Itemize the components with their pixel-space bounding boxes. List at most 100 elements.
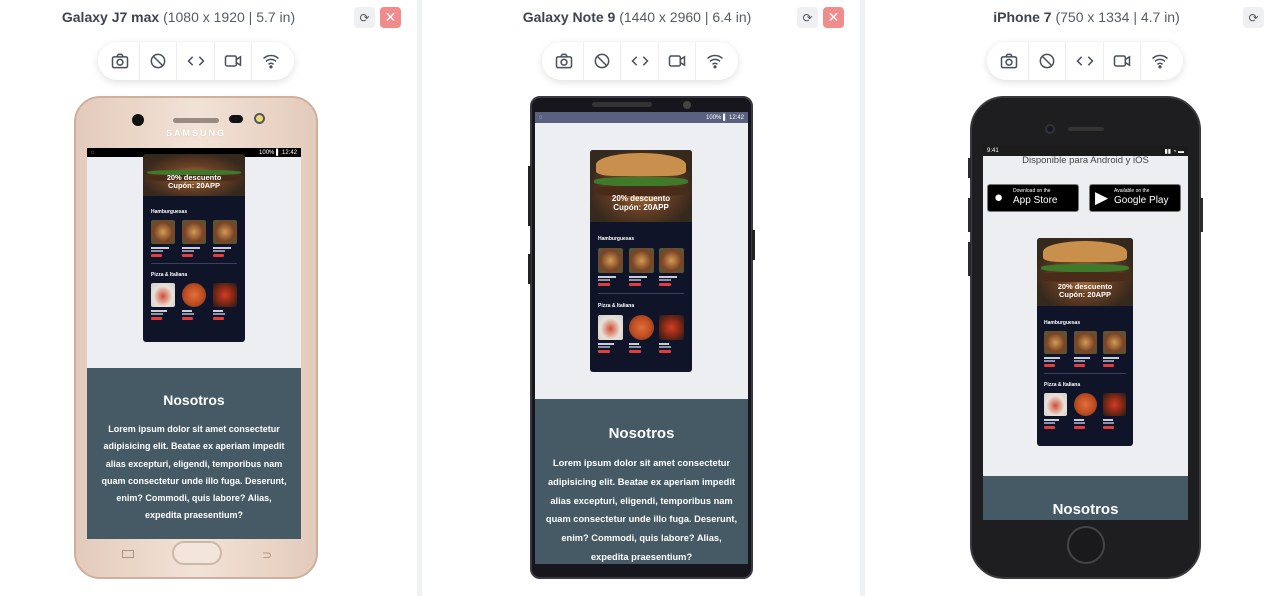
item-thumbnail (1044, 393, 1067, 416)
about-section: Nosotros Lorem ipsum dolor sit amet cons… (535, 399, 748, 564)
device-title: Galaxy J7 max (1080 x 1920 | 5.7 in) (0, 9, 387, 25)
item-thumbnail (1044, 331, 1067, 354)
app-preview-card: 20% descuento Cupón: 20APP Hamburguesas … (143, 154, 245, 342)
item-name-placeholder (628, 343, 639, 345)
google-play-badge[interactable]: ▶ Available on the Google Play (1089, 184, 1181, 212)
order-button[interactable] (1103, 426, 1114, 429)
close-device-button[interactable]: ✕ (823, 7, 844, 28)
side-button-left-2 (968, 198, 971, 232)
section-title-burgers: Hamburguesas (151, 209, 188, 215)
menu-item[interactable] (659, 248, 684, 286)
section-title-burgers: Hamburguesas (598, 236, 635, 242)
apple-icon: ● (994, 189, 1004, 206)
network-throttle-button[interactable] (1141, 42, 1179, 80)
item-name-placeholder (182, 247, 200, 249)
rotate-device-button[interactable]: ⟳ (1243, 7, 1264, 28)
menu-item[interactable] (213, 220, 237, 257)
promo-banner: 20% descuento Cupón: 20APP (143, 154, 245, 196)
toggle-rotation-button[interactable] (140, 42, 178, 80)
order-button[interactable] (628, 350, 641, 353)
order-button[interactable] (182, 254, 193, 257)
item-price-placeholder (213, 250, 225, 252)
order-button[interactable] (1073, 426, 1085, 429)
order-button[interactable] (1073, 364, 1085, 367)
order-button[interactable] (598, 350, 610, 353)
home-button[interactable] (172, 541, 222, 565)
status-bar: ◌ 100% ▌ 12:42 (535, 112, 748, 123)
network-throttle-button[interactable] (696, 42, 734, 80)
menu-item[interactable] (628, 315, 654, 353)
item-name-placeholder (213, 310, 223, 312)
record-video-button[interactable] (659, 42, 697, 80)
order-button[interactable] (659, 350, 671, 353)
home-button[interactable] (1067, 526, 1105, 564)
proximity-sensor (229, 115, 243, 123)
wifi-icon (1152, 54, 1169, 69)
side-button-right (752, 230, 755, 260)
order-button[interactable] (213, 254, 224, 257)
menu-item[interactable] (1073, 393, 1097, 429)
burger-items (598, 248, 684, 286)
screenshot-button[interactable] (991, 42, 1029, 80)
camera-icon (556, 53, 573, 69)
menu-item[interactable] (1044, 331, 1067, 367)
item-price-placeholder (1044, 422, 1055, 424)
order-button[interactable] (659, 283, 671, 286)
app-store-badge[interactable]: ● Download on the App Store (987, 184, 1079, 212)
item-price-placeholder (628, 346, 641, 348)
device-screen: 9:41 ▮▮ ◔ ▬ Disponible para Android y iO… (983, 146, 1188, 520)
menu-item[interactable] (1103, 331, 1126, 367)
order-button[interactable] (1044, 364, 1055, 367)
order-button[interactable] (151, 254, 162, 257)
item-name-placeholder (1073, 357, 1090, 359)
item-thumbnail (598, 315, 623, 340)
order-button[interactable] (151, 317, 162, 320)
menu-item[interactable] (1073, 331, 1097, 367)
order-button[interactable] (1103, 364, 1114, 367)
gplay-small-text: Available on the (1114, 188, 1150, 194)
back-key-icon[interactable]: ⊃ (262, 548, 272, 562)
menu-item[interactable] (1044, 393, 1067, 429)
menu-item[interactable] (598, 248, 623, 286)
device-panel-iphone7: iPhone 7 (750 x 1334 | 4.7 in) ⟳ 9:41 ▮▮… (865, 0, 1278, 596)
rotate-device-button[interactable]: ⟳ (354, 7, 375, 28)
menu-item[interactable] (182, 220, 206, 257)
app-preview-card: 20% descuento Cupón: 20APP Hamburguesas … (1037, 238, 1133, 446)
device-panel-galaxy-note9: Galaxy Note 9 (1440 x 2960 | 6.4 in) ⟳ ✕… (422, 0, 860, 596)
menu-item[interactable] (628, 248, 654, 286)
order-button[interactable] (598, 283, 610, 286)
item-name-placeholder (1103, 419, 1113, 421)
order-button[interactable] (213, 317, 224, 320)
rotate-icon (150, 53, 166, 69)
order-button[interactable] (182, 317, 193, 320)
screenshot-button[interactable] (102, 42, 140, 80)
menu-item[interactable] (1103, 393, 1126, 429)
item-name-placeholder (628, 276, 647, 278)
close-device-button[interactable]: ✕ (380, 7, 401, 28)
toggle-rotation-button[interactable] (1029, 42, 1067, 80)
inspect-code-button[interactable] (177, 42, 215, 80)
menu-item[interactable] (598, 315, 623, 353)
inspect-code-button[interactable] (1066, 42, 1104, 80)
promo-banner: 20% descuento Cupón: 20APP (1037, 238, 1133, 306)
device-name: Galaxy J7 max (61, 9, 160, 25)
record-video-button[interactable] (1104, 42, 1142, 80)
menu-item[interactable] (151, 220, 175, 257)
section-title-pizza: Pizza & Italiana (598, 303, 635, 309)
menu-item[interactable] (659, 315, 684, 353)
screenshot-button[interactable] (546, 42, 584, 80)
item-name-placeholder (151, 310, 167, 312)
recents-key-icon[interactable] (122, 550, 134, 558)
item-thumbnail (628, 248, 654, 273)
menu-item[interactable] (213, 283, 237, 320)
inspect-code-button[interactable] (621, 42, 659, 80)
network-throttle-button[interactable] (252, 42, 290, 80)
record-video-button[interactable] (215, 42, 253, 80)
menu-item[interactable] (182, 283, 206, 320)
order-button[interactable] (1044, 426, 1055, 429)
order-button[interactable] (628, 283, 641, 286)
side-button-right (1200, 198, 1203, 232)
menu-item[interactable] (151, 283, 175, 320)
rotate-device-button[interactable]: ⟳ (797, 7, 818, 28)
toggle-rotation-button[interactable] (584, 42, 622, 80)
